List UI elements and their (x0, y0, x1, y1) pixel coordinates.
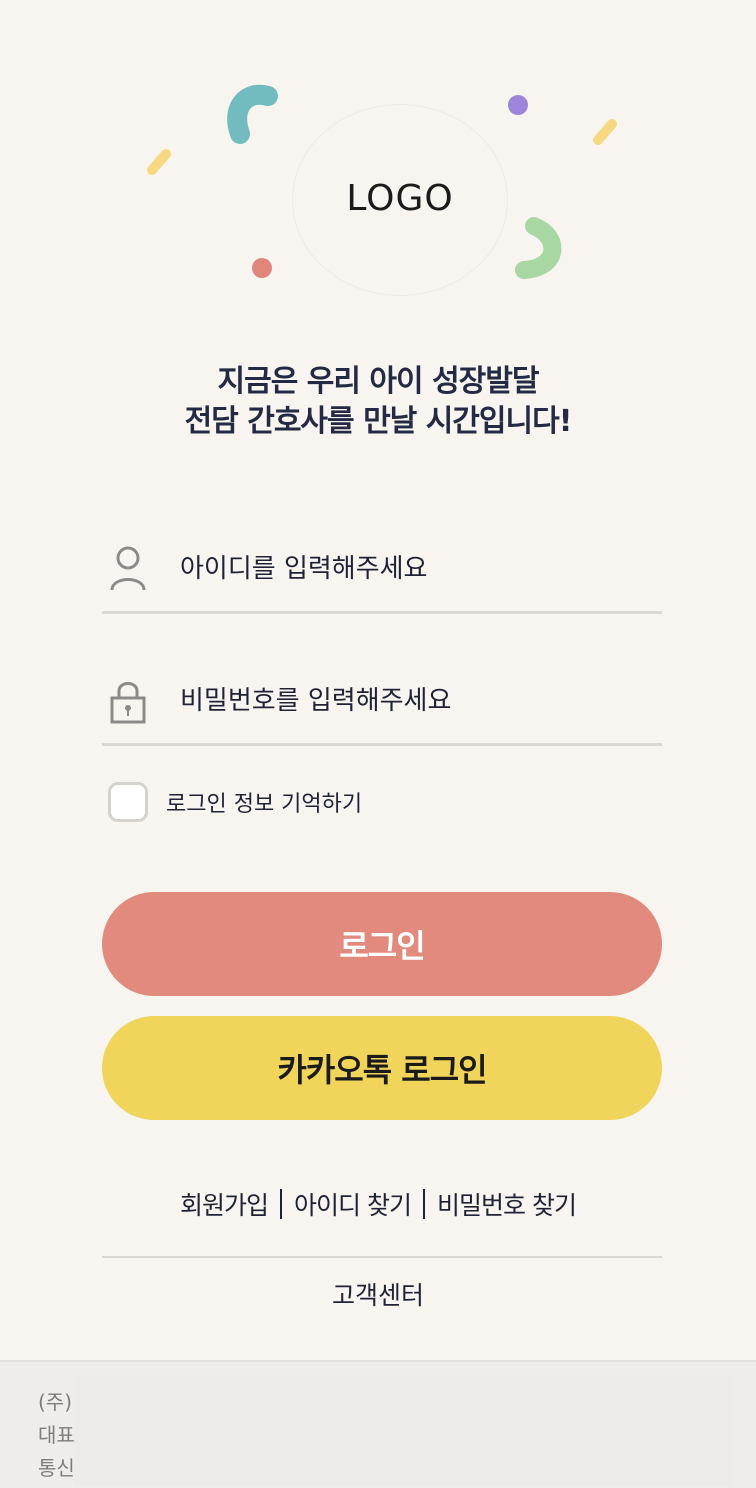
headline-line2: 전담 간호사를 만날 시간입니다! (184, 404, 573, 439)
login-page: LOGO 지금은 우리 아이 성장발달 전담 간호사를 만날 시간입니다! 로그… (0, 0, 756, 1488)
yellow-dash-decoration-right (593, 119, 617, 145)
headline-line1: 지금은 우리 아이 성장발달 (217, 364, 540, 399)
link-divider (280, 1189, 283, 1219)
account-links: 회원가입 아이디 찾기 비밀번호 찾기 (0, 1184, 756, 1224)
login-button[interactable]: 로그인 (102, 892, 662, 996)
footer-company-info: (주) 대표 통신 (38, 1386, 74, 1485)
kakao-login-button[interactable]: 카카오톡 로그인 (102, 1016, 662, 1120)
yellow-dash-decoration (147, 149, 171, 175)
footer-line: 통신 (38, 1456, 74, 1480)
logo-area: LOGO (0, 0, 756, 320)
logo-text: LOGO (346, 178, 454, 219)
green-arc-decoration (515, 217, 562, 279)
teal-arc-decoration (227, 84, 278, 144)
id-input[interactable] (180, 546, 640, 592)
purple-dot-decoration (508, 95, 528, 115)
link-divider (423, 1189, 425, 1219)
signup-link[interactable]: 회원가입 (180, 1186, 269, 1222)
salmon-dot-decoration (252, 258, 272, 278)
remember-label: 로그인 정보 기억하기 (166, 792, 363, 817)
remember-checkbox[interactable] (108, 782, 148, 822)
footer: (주) 대표 통신 (0, 1360, 756, 1488)
find-id-link[interactable]: 아이디 찾기 (294, 1186, 412, 1222)
lock-icon (110, 682, 146, 724)
user-icon (110, 546, 146, 591)
footer-line: 대표 (38, 1423, 74, 1447)
password-input[interactable] (180, 678, 640, 724)
headline: 지금은 우리 아이 성장발달 전담 간호사를 만날 시간입니다! (0, 362, 756, 442)
divider (102, 1256, 662, 1258)
find-password-link[interactable]: 비밀번호 찾기 (437, 1186, 577, 1222)
footer-line: (주) (38, 1390, 73, 1414)
footer-overlay-panel (74, 1376, 730, 1486)
password-field (102, 656, 662, 746)
remember-login[interactable]: 로그인 정보 기억하기 (108, 779, 362, 825)
customer-center-link[interactable]: 고객센터 (0, 1276, 756, 1312)
id-field (102, 524, 662, 614)
